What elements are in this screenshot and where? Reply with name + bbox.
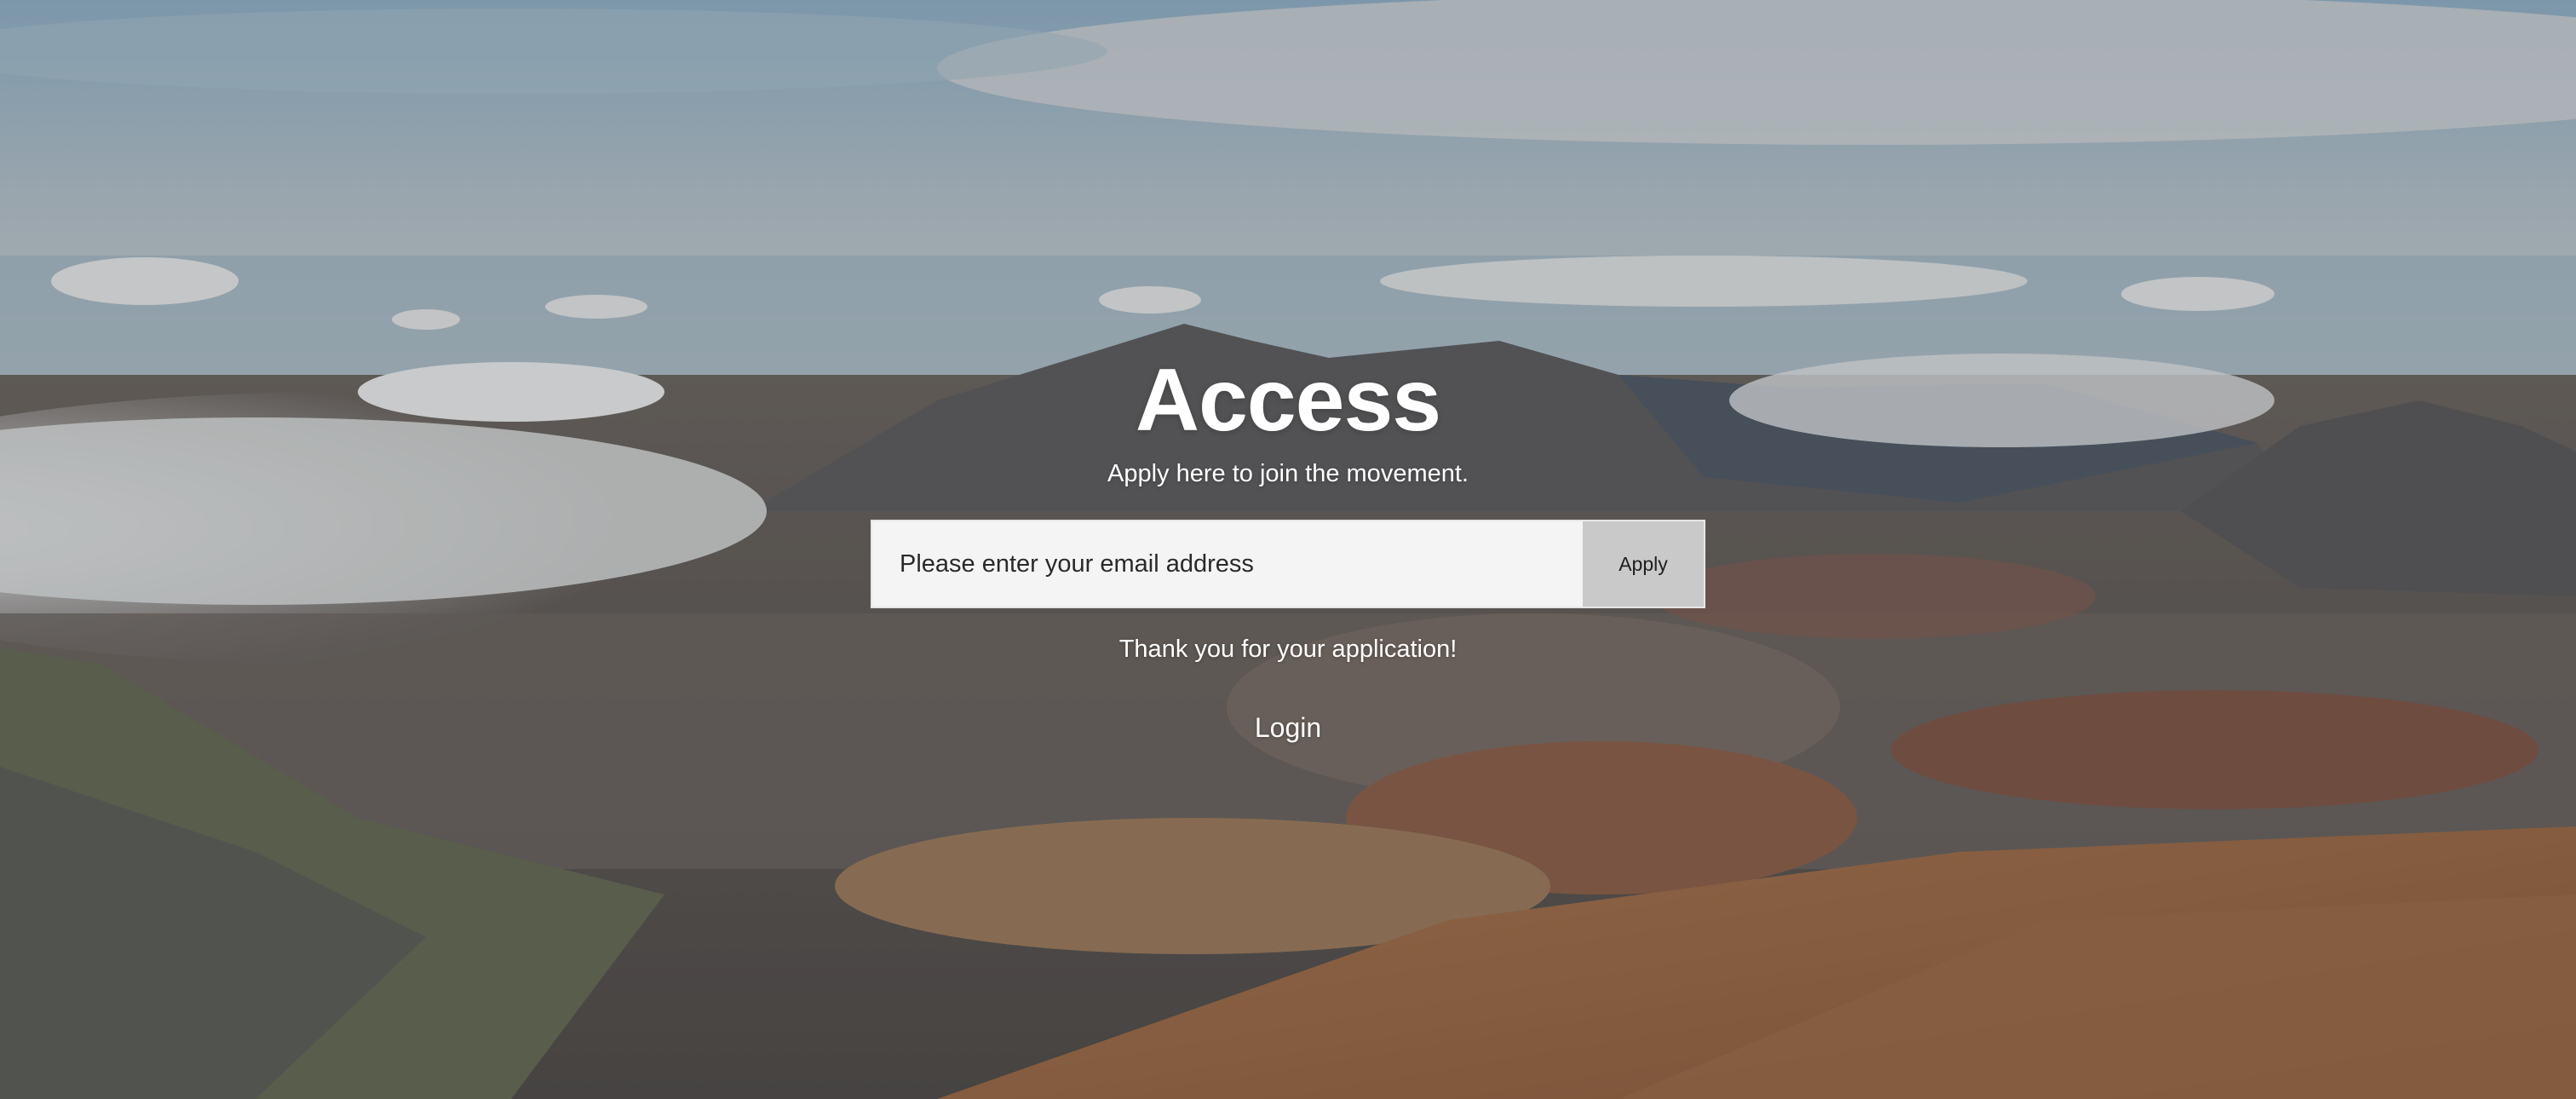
access-panel: Access Apply here to join the movement. … — [0, 349, 2576, 745]
login-link[interactable]: Login — [1255, 711, 1321, 745]
status-message: Thank you for your application! — [1118, 636, 1458, 663]
page-subtitle: Apply here to join the movement. — [1107, 460, 1469, 487]
page-title: Access — [1135, 351, 1441, 450]
email-input[interactable] — [872, 521, 1583, 607]
access-page: Access Apply here to join the movement. … — [0, 0, 2576, 1099]
apply-form: Apply — [871, 520, 1705, 608]
apply-button[interactable]: Apply — [1583, 521, 1704, 607]
